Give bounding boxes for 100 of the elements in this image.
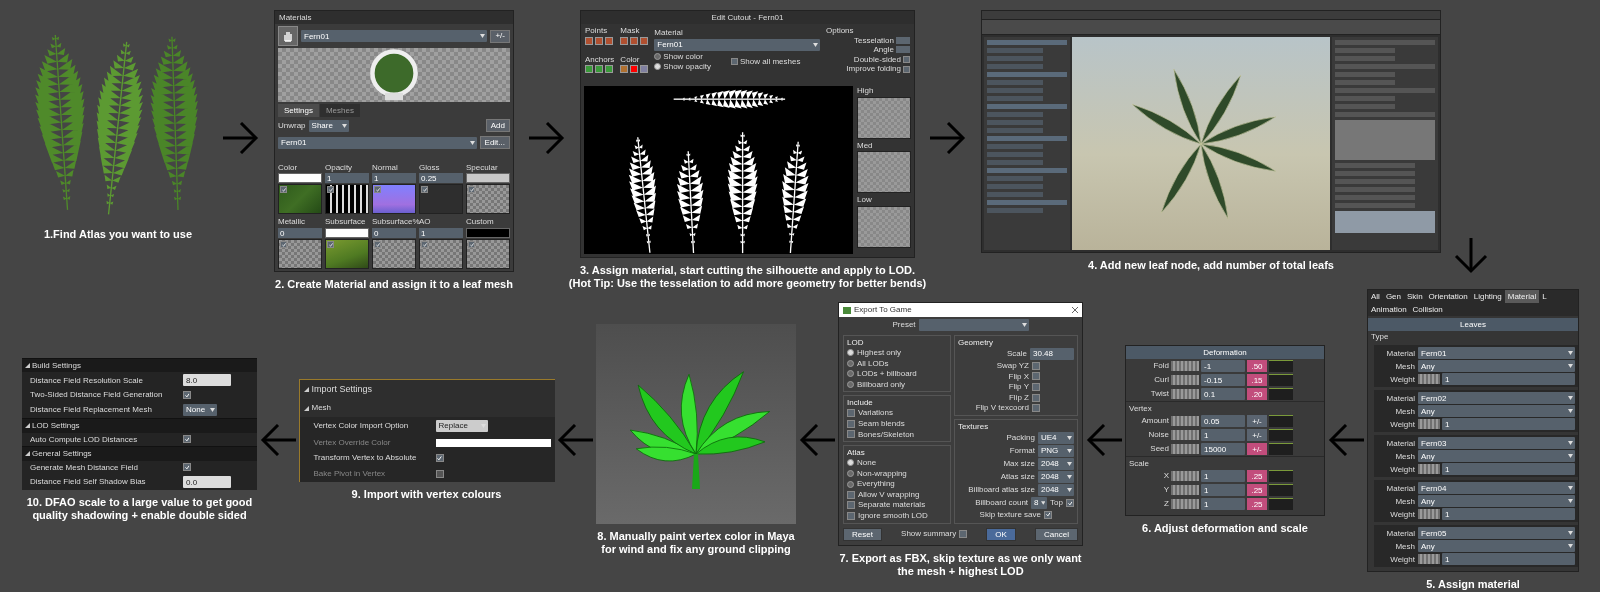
checkbox[interactable] — [421, 186, 428, 194]
number-field[interactable]: -0.15 — [1201, 374, 1245, 386]
number-field[interactable]: 1 — [1442, 553, 1575, 566]
tab[interactable]: All — [1368, 289, 1383, 303]
lod-preview[interactable] — [857, 96, 911, 139]
add-button[interactable]: Add — [485, 119, 510, 132]
checkbox[interactable] — [327, 186, 334, 194]
texture-thumbnail[interactable] — [372, 239, 416, 269]
material-dropdown[interactable]: Fern04 — [1418, 482, 1575, 495]
slider-knob[interactable] — [1171, 389, 1199, 399]
slider-knob[interactable] — [1418, 374, 1440, 385]
lod-preview[interactable] — [857, 151, 911, 194]
tab[interactable]: Gen — [1382, 289, 1404, 303]
variance-button[interactable]: .25 — [1247, 470, 1267, 482]
slider-knob[interactable] — [1418, 464, 1440, 475]
curve-graph[interactable] — [1269, 443, 1293, 455]
tab[interactable]: Lighting — [1470, 289, 1505, 303]
texture-thumbnail[interactable] — [278, 239, 322, 269]
curve-graph[interactable] — [1269, 470, 1293, 482]
radio-button[interactable] — [654, 52, 662, 60]
mesh-dropdown[interactable]: Any — [1418, 495, 1575, 508]
tab[interactable]: Meshes — [319, 104, 360, 117]
mesh-dropdown[interactable]: Any — [1418, 360, 1575, 373]
option-dropdown[interactable]: 2048 — [1038, 470, 1074, 483]
option-dropdown[interactable]: UE4 — [1038, 431, 1074, 444]
slider-knob[interactable] — [1171, 444, 1199, 454]
material-dropdown[interactable]: Fern01 — [654, 38, 820, 51]
checkbox[interactable] — [1032, 393, 1040, 402]
slider-knob[interactable] — [1171, 499, 1199, 509]
checkbox[interactable] — [421, 241, 428, 248]
slider-knob[interactable] — [1418, 554, 1440, 565]
checkbox[interactable] — [903, 65, 910, 73]
color-field[interactable] — [435, 438, 551, 447]
checkbox[interactable] — [959, 530, 968, 539]
checkbox[interactable] — [468, 186, 475, 194]
curve-graph[interactable] — [1269, 498, 1293, 510]
number-field[interactable]: 1 — [372, 173, 416, 184]
option-dropdown[interactable]: Replace — [435, 419, 488, 432]
mesh-dropdown[interactable]: Fern01 — [278, 136, 477, 149]
number-field[interactable]: 0 — [372, 228, 416, 238]
variance-button[interactable]: .15 — [1247, 374, 1267, 386]
material-dropdown[interactable]: Fern01 — [1418, 347, 1575, 360]
slider-knob[interactable] — [1171, 430, 1199, 440]
number-field[interactable]: 0.1 — [1201, 388, 1245, 400]
checkbox[interactable] — [847, 419, 855, 428]
checkbox[interactable] — [1032, 372, 1040, 381]
checkbox[interactable] — [468, 241, 475, 248]
slider-knob[interactable] — [1171, 471, 1199, 481]
count-dropdown[interactable]: 8 — [1031, 496, 1048, 509]
color-swatch[interactable] — [325, 228, 369, 238]
number-field[interactable]: -1 — [1201, 360, 1245, 372]
input-field[interactable] — [896, 46, 910, 54]
hand-tool-button[interactable] — [278, 26, 298, 46]
3d-viewport[interactable] — [596, 324, 796, 524]
square-tool-icon[interactable] — [640, 65, 649, 74]
curve-graph[interactable] — [1269, 484, 1293, 496]
tab[interactable]: Settings — [278, 104, 319, 117]
slider-knob[interactable] — [1171, 361, 1199, 371]
radio-button[interactable] — [847, 359, 854, 367]
3d-viewport[interactable] — [1072, 37, 1330, 250]
number-field[interactable]: 1 — [1442, 463, 1575, 476]
texture-thumbnail[interactable] — [325, 239, 369, 269]
checkbox[interactable] — [847, 501, 855, 510]
color-swatch[interactable] — [630, 65, 639, 74]
variance-button[interactable]: .50 — [1247, 360, 1267, 372]
tab[interactable]: Animation — [1368, 302, 1410, 316]
radio-button[interactable] — [847, 480, 854, 488]
number-field[interactable]: 1 — [1201, 470, 1245, 482]
cutout-canvas[interactable] — [584, 86, 853, 254]
mesh-dropdown[interactable]: Any — [1418, 405, 1575, 418]
material-dropdown[interactable]: Fern02 — [1418, 392, 1575, 405]
cancel-button[interactable]: Cancel — [1035, 527, 1078, 541]
expand-triangle-icon[interactable] — [25, 423, 30, 429]
curve-graph[interactable] — [1269, 360, 1293, 372]
checkbox[interactable] — [1044, 510, 1052, 519]
checkbox[interactable] — [183, 391, 191, 400]
variance-button[interactable]: .20 — [1247, 388, 1267, 400]
number-field[interactable]: 1 — [325, 173, 369, 184]
texture-thumbnail[interactable] — [325, 184, 369, 215]
number-field[interactable]: 1 — [419, 228, 463, 238]
number-field[interactable]: 1 — [1442, 418, 1575, 431]
texture-thumbnail[interactable] — [466, 239, 510, 269]
tab[interactable]: Skin — [1404, 289, 1426, 303]
variance-button[interactable]: +/- — [1247, 415, 1267, 427]
checkbox[interactable] — [847, 430, 855, 439]
slider-knob[interactable] — [1418, 509, 1440, 520]
checkbox[interactable] — [1066, 498, 1074, 507]
slider-knob[interactable] — [1418, 419, 1440, 430]
expand-triangle-icon[interactable] — [25, 451, 30, 457]
color-swatch[interactable] — [466, 173, 510, 184]
expand-triangle-icon[interactable] — [303, 405, 309, 411]
variance-button[interactable]: +/- — [1247, 443, 1267, 455]
checkbox[interactable] — [374, 241, 381, 248]
expand-triangle-icon[interactable] — [303, 387, 309, 393]
checkbox[interactable] — [730, 58, 738, 66]
checkbox[interactable] — [435, 454, 444, 463]
mesh-dropdown[interactable]: Any — [1418, 540, 1575, 553]
number-field[interactable]: 8.0 — [183, 374, 231, 387]
variance-button[interactable]: +/- — [1247, 429, 1267, 441]
checkbox[interactable] — [183, 463, 191, 472]
